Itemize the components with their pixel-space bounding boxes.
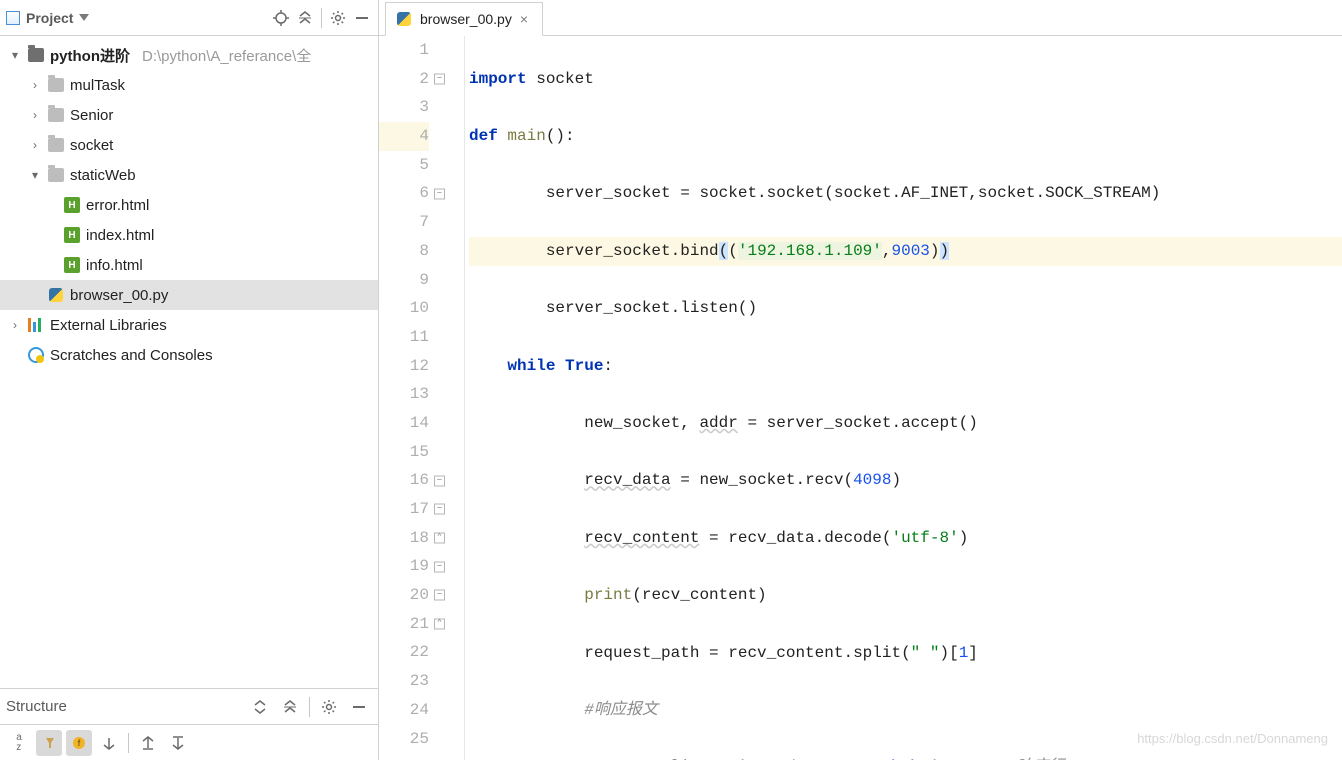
- collapse-icon[interactable]: [277, 694, 303, 720]
- folder-icon: [28, 48, 44, 62]
- scroll-to-icon[interactable]: [135, 730, 161, 756]
- folder-icon: [48, 78, 64, 92]
- watermark: https://blog.csdn.net/Donnameng: [1137, 725, 1328, 754]
- html-icon: H: [64, 197, 80, 213]
- python-icon: [396, 11, 412, 27]
- structure-toolbar: az f: [0, 724, 378, 760]
- chevron-down-icon: [79, 14, 89, 21]
- fold-icon[interactable]: −: [434, 188, 445, 199]
- tree-folder-staticweb[interactable]: ▾ staticWeb: [0, 160, 378, 190]
- tree-label: External Libraries: [50, 317, 167, 334]
- minimize-icon[interactable]: [352, 8, 372, 28]
- project-tree[interactable]: ▾ python进阶 D:\python\A_referance\全 › mul…: [0, 36, 378, 688]
- tree-label: python进阶: [50, 45, 130, 66]
- html-icon: H: [64, 257, 80, 273]
- gear-icon[interactable]: [316, 694, 342, 720]
- chevron-right-icon[interactable]: ›: [28, 138, 42, 152]
- tree-file-info-html[interactable]: H info.html: [0, 250, 378, 280]
- code-editor[interactable]: 1 2− 3 4 5 6− 7 8 9 10 11 12 13 14 15 16…: [379, 36, 1342, 760]
- tree-label: Senior: [70, 107, 113, 124]
- code-area[interactable]: import socket def main(): server_socket …: [465, 36, 1342, 760]
- scratch-icon: [28, 347, 44, 363]
- tree-file-index-html[interactable]: H index.html: [0, 220, 378, 250]
- tab-browser-py[interactable]: browser_00.py ×: [385, 2, 543, 36]
- tree-file-error-html[interactable]: H error.html: [0, 190, 378, 220]
- tree-file-browser-py[interactable]: browser_00.py: [0, 280, 378, 310]
- chevron-right-icon[interactable]: ›: [28, 108, 42, 122]
- tree-label: staticWeb: [70, 167, 136, 184]
- python-icon: [48, 287, 64, 303]
- project-toolbar: Project: [0, 0, 378, 36]
- chevron-right-icon[interactable]: ›: [28, 78, 42, 92]
- tree-scratches[interactable]: Scratches and Consoles: [0, 340, 378, 370]
- fold-icon[interactable]: −: [434, 475, 445, 486]
- tree-label: index.html: [86, 227, 154, 244]
- folder-icon: [48, 168, 64, 182]
- tree-root[interactable]: ▾ python进阶 D:\python\A_referance\全: [0, 40, 378, 70]
- chevron-down-icon[interactable]: ▾: [28, 168, 42, 182]
- collapse-all-icon[interactable]: [295, 8, 315, 28]
- tree-folder-socket[interactable]: › socket: [0, 130, 378, 160]
- fold-end-icon[interactable]: ⌃: [434, 619, 445, 630]
- tree-folder-multask[interactable]: › mulTask: [0, 70, 378, 100]
- tree-label: socket: [70, 137, 113, 154]
- fold-icon[interactable]: −: [434, 504, 445, 515]
- tree-label: info.html: [86, 257, 143, 274]
- project-label: Project: [26, 10, 73, 26]
- fold-icon[interactable]: −: [434, 561, 445, 572]
- fold-icon[interactable]: −: [434, 590, 445, 601]
- folder-icon: [48, 108, 64, 122]
- sort-alpha-icon[interactable]: az: [6, 730, 32, 756]
- fold-end-icon[interactable]: ⌃: [434, 533, 445, 544]
- folder-icon: [48, 138, 64, 152]
- library-icon: [28, 318, 44, 332]
- html-icon: H: [64, 227, 80, 243]
- locate-icon[interactable]: [271, 8, 291, 28]
- minimize-icon[interactable]: [346, 694, 372, 720]
- expand-node-icon[interactable]: [96, 730, 122, 756]
- chevron-right-icon[interactable]: ›: [8, 318, 22, 332]
- editor-tabbar: browser_00.py ×: [379, 0, 1342, 36]
- gear-icon[interactable]: [328, 8, 348, 28]
- fold-icon[interactable]: −: [434, 74, 445, 85]
- tree-label: mulTask: [70, 77, 125, 94]
- structure-header[interactable]: Structure: [0, 688, 378, 724]
- line-gutter: 1 2− 3 4 5 6− 7 8 9 10 11 12 13 14 15 16…: [379, 36, 451, 760]
- tab-label: browser_00.py: [420, 11, 512, 27]
- tree-label: Scratches and Consoles: [50, 347, 213, 364]
- close-icon[interactable]: ×: [520, 11, 528, 27]
- tree-path: D:\python\A_referance\全: [142, 45, 311, 66]
- show-fields-icon[interactable]: f: [66, 730, 92, 756]
- structure-title: Structure: [6, 698, 243, 715]
- scroll-from-icon[interactable]: [165, 730, 191, 756]
- tree-external-libraries[interactable]: › External Libraries: [0, 310, 378, 340]
- project-icon: [6, 11, 20, 25]
- tree-folder-senior[interactable]: › Senior: [0, 100, 378, 130]
- chevron-down-icon[interactable]: ▾: [8, 48, 22, 62]
- expand-icon[interactable]: [247, 694, 273, 720]
- filter-icon[interactable]: [36, 730, 62, 756]
- tree-label: browser_00.py: [70, 287, 168, 304]
- tree-label: error.html: [86, 197, 149, 214]
- project-dropdown[interactable]: Project: [6, 10, 267, 26]
